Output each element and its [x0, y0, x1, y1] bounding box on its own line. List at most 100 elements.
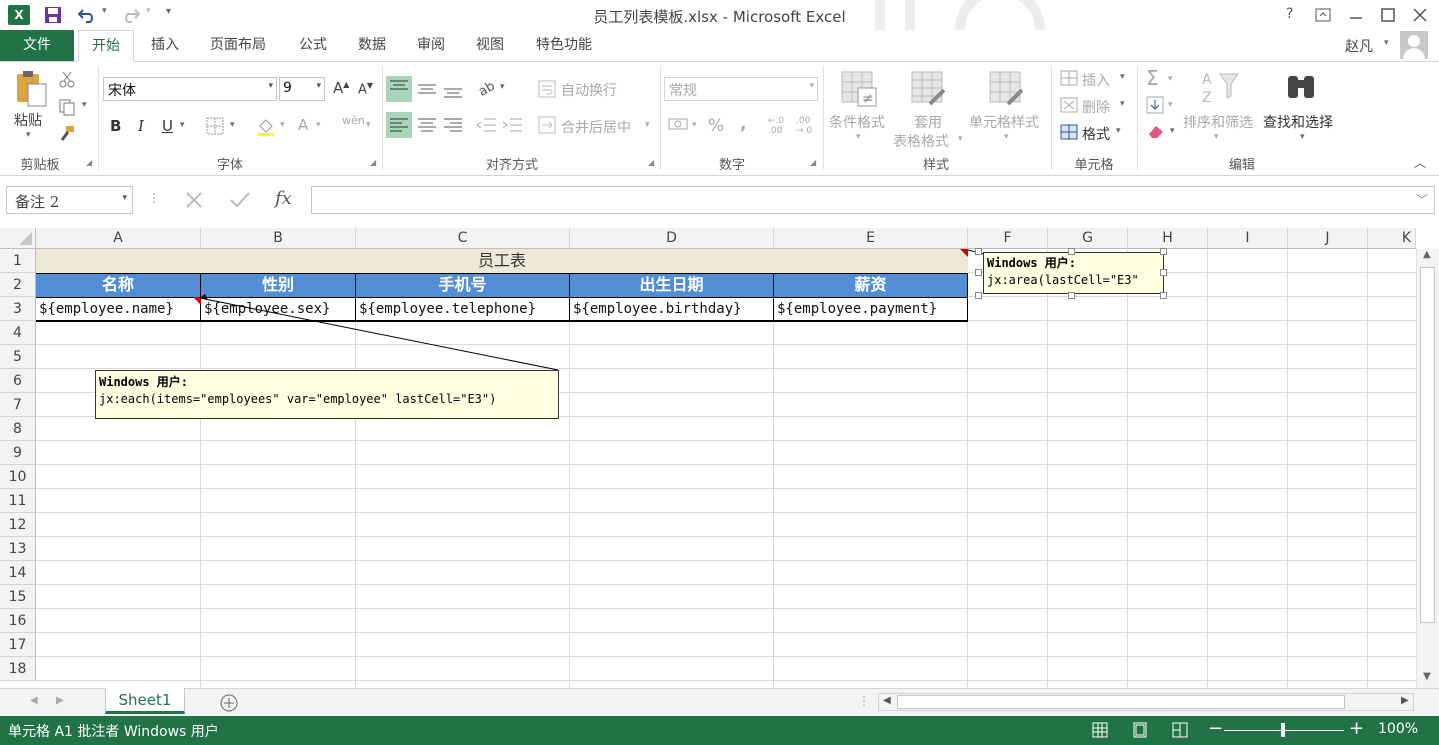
scroll-up-icon[interactable]: ▲ — [1423, 249, 1431, 260]
increase-font-size-icon[interactable]: A▲ — [333, 79, 349, 97]
comma-style-icon[interactable]: , — [740, 114, 746, 134]
paste-dropdown-icon[interactable]: ▾ — [26, 130, 31, 140]
comment-resize-handle[interactable] — [975, 269, 982, 276]
quick-access-customize-icon[interactable]: ▾ — [166, 6, 171, 17]
format-dropdown-icon[interactable]: ▾ — [1116, 126, 1121, 136]
fill-color-icon[interactable] — [256, 116, 276, 136]
row-header[interactable]: 10 — [0, 465, 36, 489]
row-header[interactable]: 14 — [0, 561, 36, 585]
comment-resize-handle[interactable] — [1068, 248, 1075, 255]
underline-dropdown-icon[interactable]: ▾ — [180, 120, 185, 130]
minimize-icon[interactable] — [1349, 8, 1363, 22]
orientation-icon[interactable]: ab — [476, 78, 498, 98]
decrease-decimal-icon[interactable]: .00 →.0 — [796, 116, 812, 136]
undo-dropdown-icon[interactable]: ▾ — [102, 6, 107, 16]
comment-box-each[interactable]: Windows 用户: jx:each(items="employees" va… — [95, 370, 559, 419]
header-cell-telephone[interactable]: 手机号 — [356, 273, 570, 297]
comment-resize-handle[interactable] — [975, 248, 982, 255]
user-name[interactable]: 赵凡 — [1345, 36, 1373, 56]
font-launcher-icon[interactable]: ◢ — [370, 158, 376, 167]
normal-view-icon[interactable] — [1092, 722, 1108, 738]
sort-filter-icon[interactable]: AZ — [1200, 70, 1244, 106]
column-header-e[interactable]: E — [774, 228, 968, 249]
bold-button[interactable]: B — [110, 117, 121, 135]
phonetic-dropdown-icon[interactable]: ▾ — [366, 120, 371, 130]
user-dropdown-icon[interactable]: ▾ — [1384, 38, 1389, 48]
collapse-ribbon-icon[interactable]: ︿ — [1414, 154, 1426, 171]
align-right-icon[interactable] — [440, 112, 466, 138]
ribbon-display-options-icon[interactable] — [1315, 8, 1331, 22]
row-header[interactable]: 1 — [0, 249, 36, 273]
more-options-icon[interactable]: ⋮ — [148, 191, 160, 205]
page-layout-view-icon[interactable] — [1132, 722, 1148, 738]
row-header[interactable]: 5 — [0, 345, 36, 369]
template-cell-birthday[interactable]: ${employee.birthday} — [573, 298, 771, 321]
format-painter-icon[interactable] — [58, 124, 76, 142]
border-dropdown-icon[interactable]: ▾ — [230, 120, 235, 130]
comment-box-area[interactable]: Windows 用户: jx:area(lastCell="E3" — [983, 252, 1164, 294]
comment-resize-handle[interactable] — [1160, 248, 1167, 255]
tab-split-handle-icon[interactable]: ⋮ — [858, 694, 870, 708]
column-header-h[interactable]: H — [1128, 228, 1208, 249]
wrap-text-label[interactable]: 自动换行 — [561, 80, 617, 100]
delete-cells-label[interactable]: 删除 — [1082, 97, 1110, 117]
title-cell[interactable]: 员工表 — [36, 249, 968, 273]
column-header-a[interactable]: A — [36, 228, 201, 249]
row-header[interactable]: 15 — [0, 585, 36, 609]
template-cell-sex[interactable]: ${employee.sex} — [204, 298, 354, 321]
align-bottom-icon[interactable] — [440, 76, 466, 102]
fill-dropdown-icon[interactable]: ▾ — [1168, 100, 1173, 110]
sort-filter-label[interactable]: 排序和筛选 — [1183, 112, 1253, 132]
avatar[interactable] — [1400, 31, 1428, 59]
clear-dropdown-icon[interactable]: ▾ — [1170, 126, 1175, 136]
row-header[interactable]: 4 — [0, 321, 36, 345]
font-color-icon[interactable]: A — [298, 116, 308, 134]
find-select-label[interactable]: 查找和选择 — [1263, 112, 1333, 132]
column-header-d[interactable]: D — [570, 228, 774, 249]
paste-icon[interactable] — [14, 68, 48, 108]
row-header[interactable]: 6 — [0, 369, 36, 393]
row-header[interactable]: 9 — [0, 441, 36, 465]
tab-view[interactable]: 视图 — [465, 30, 515, 61]
column-header-k[interactable]: K — [1368, 228, 1416, 249]
cell-styles-icon[interactable] — [988, 70, 1026, 108]
clear-icon[interactable] — [1146, 122, 1166, 140]
template-cell-name[interactable]: ${employee.name} — [39, 298, 199, 321]
increase-indent-icon[interactable] — [502, 116, 524, 134]
scroll-left-icon[interactable]: ◀ — [883, 695, 891, 706]
column-header-i[interactable]: I — [1208, 228, 1288, 249]
template-cell-telephone[interactable]: ${employee.telephone} — [359, 298, 567, 321]
cancel-entry-icon[interactable] — [184, 190, 204, 210]
row-header[interactable]: 18 — [0, 657, 36, 681]
italic-button[interactable]: I — [138, 117, 144, 135]
tab-data[interactable]: 数据 — [347, 30, 397, 61]
undo-icon[interactable] — [78, 6, 98, 24]
tab-file[interactable]: 文件 — [0, 30, 74, 61]
delete-dropdown-icon[interactable]: ▾ — [1120, 99, 1125, 109]
wrap-text-icon[interactable] — [538, 80, 556, 98]
scroll-down-icon[interactable]: ▼ — [1423, 671, 1431, 682]
vertical-scroll-thumb[interactable] — [1420, 267, 1435, 623]
tab-insert[interactable]: 插入 — [140, 30, 190, 61]
comment-resize-handle[interactable] — [1160, 269, 1167, 276]
align-left-icon[interactable] — [386, 112, 412, 138]
redo-icon[interactable] — [120, 6, 140, 24]
column-header-f[interactable]: F — [968, 228, 1048, 249]
font-size-select[interactable]: 9 ▾ — [279, 77, 325, 101]
fill-icon[interactable] — [1146, 96, 1164, 114]
format-as-table-icon[interactable] — [910, 70, 948, 108]
save-icon[interactable] — [44, 6, 62, 24]
column-header-j[interactable]: J — [1288, 228, 1368, 249]
scroll-sheets-left-icon[interactable]: ◀ — [30, 695, 38, 706]
row-header[interactable]: 11 — [0, 489, 36, 513]
header-cell-birthday[interactable]: 出生日期 — [570, 273, 774, 297]
tab-formulas[interactable]: 公式 — [288, 30, 338, 61]
increase-decimal-icon[interactable]: ←.0.00 — [768, 116, 784, 136]
format-cells-label[interactable]: 格式 — [1082, 124, 1110, 144]
alignment-launcher-icon[interactable]: ◢ — [648, 158, 654, 167]
column-header-c[interactable]: C — [356, 228, 570, 249]
excel-logo-icon[interactable]: X — [8, 5, 30, 25]
sheet-tab-sheet1[interactable]: Sheet1 — [105, 688, 185, 714]
column-header-g[interactable]: G — [1048, 228, 1128, 249]
add-sheet-icon[interactable] — [219, 693, 239, 713]
